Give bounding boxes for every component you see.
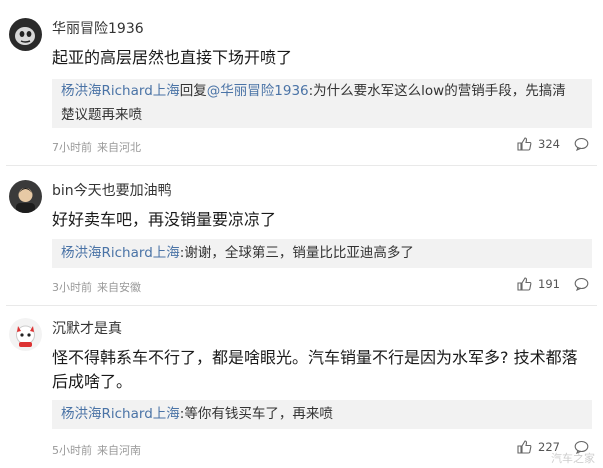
reply-author-link[interactable]: 杨洪海Richard上海 [61,406,180,422]
reply-author-link[interactable]: 杨洪海Richard上海 [61,245,180,261]
reply-body: :等你有钱买车了，再来喷 [179,406,333,422]
avatar[interactable] [9,18,42,51]
avatar[interactable] [9,180,42,213]
comment-meta: 7小时前 来自河北 [52,139,141,155]
location: 来自河南 [97,444,141,457]
like-count: 324 [538,137,560,151]
avatar[interactable] [9,318,42,351]
comment-1: 华丽冒险1936 起亚的高层居然也直接下场开喷了 杨洪海Richard上海回复@… [0,0,603,160]
comment-text-line: 后成啥了。 [52,372,133,391]
reply-box: 杨洪海Richard上海:等你有钱买车了，再来喷 [52,400,592,429]
comment-text: 怪不得韩系车不行了，都是啥眼光。汽车销量不行是因为水军多? 技术都落 后成啥了。 [52,346,592,394]
reply-author-link[interactable]: 杨洪海Richard上海 [61,83,180,99]
comment-text: 起亚的高层居然也直接下场开喷了 [52,46,592,69]
comment-text: 好好卖车吧，再没销量要凉凉了 [52,208,592,231]
comment-text-line: 怪不得韩系车不行了，都是啥眼光。汽车销量不行是因为水军多? 技术都落 [52,348,578,367]
username[interactable]: bin今天也要加油鸭 [52,180,172,200]
thumbs-up-icon[interactable] [517,137,532,151]
reply-box: 杨洪海Richard上海:谢谢，全球第三，销量比比亚迪高多了 [52,239,592,268]
like-count: 191 [538,277,560,291]
username[interactable]: 沉默才是真 [52,318,122,338]
reply-body-continued: 楚议题再来喷 [61,107,142,123]
timestamp: 5小时前 [52,444,92,457]
comment-bubble-icon[interactable] [574,137,589,151]
location: 来自安徽 [97,281,141,294]
comment-meta: 5小时前 来自河南 [52,442,141,458]
comment-text-line: 起亚的高层居然也直接下场开喷了 [52,48,293,67]
comment-bubble-icon[interactable] [574,277,589,291]
comment-actions: 324 [517,137,589,151]
username[interactable]: 华丽冒险1936 [52,18,144,38]
reply-mention-link[interactable]: @华丽冒险1936 [207,83,309,99]
thumbs-up-icon[interactable] [517,440,532,454]
comment-meta: 3小时前 来自安徽 [52,279,141,295]
timestamp: 3小时前 [52,281,92,294]
reply-body: :为什么要水军这么low的营销手段，先搞清 [308,83,566,99]
comment-actions: 191 [517,277,589,291]
comment-3: 沉默才是真 怪不得韩系车不行了，都是啥眼光。汽车销量不行是因为水军多? 技术都落… [0,306,603,468]
timestamp: 7小时前 [52,141,92,154]
comment-2: bin今天也要加油鸭 好好卖车吧，再没销量要凉凉了 杨洪海Richard上海:谢… [0,166,603,306]
watermark: 汽车之家 [551,452,595,465]
thumbs-up-icon[interactable] [517,277,532,291]
location: 来自河北 [97,141,141,154]
reply-prefix: 回复 [179,83,207,99]
reply-box: 杨洪海Richard上海回复@华丽冒险1936:为什么要水军这么low的营销手段… [52,79,592,128]
comment-text-line: 好好卖车吧，再没销量要凉凉了 [52,210,277,229]
reply-body: :谢谢，全球第三，销量比比亚迪高多了 [179,245,414,261]
